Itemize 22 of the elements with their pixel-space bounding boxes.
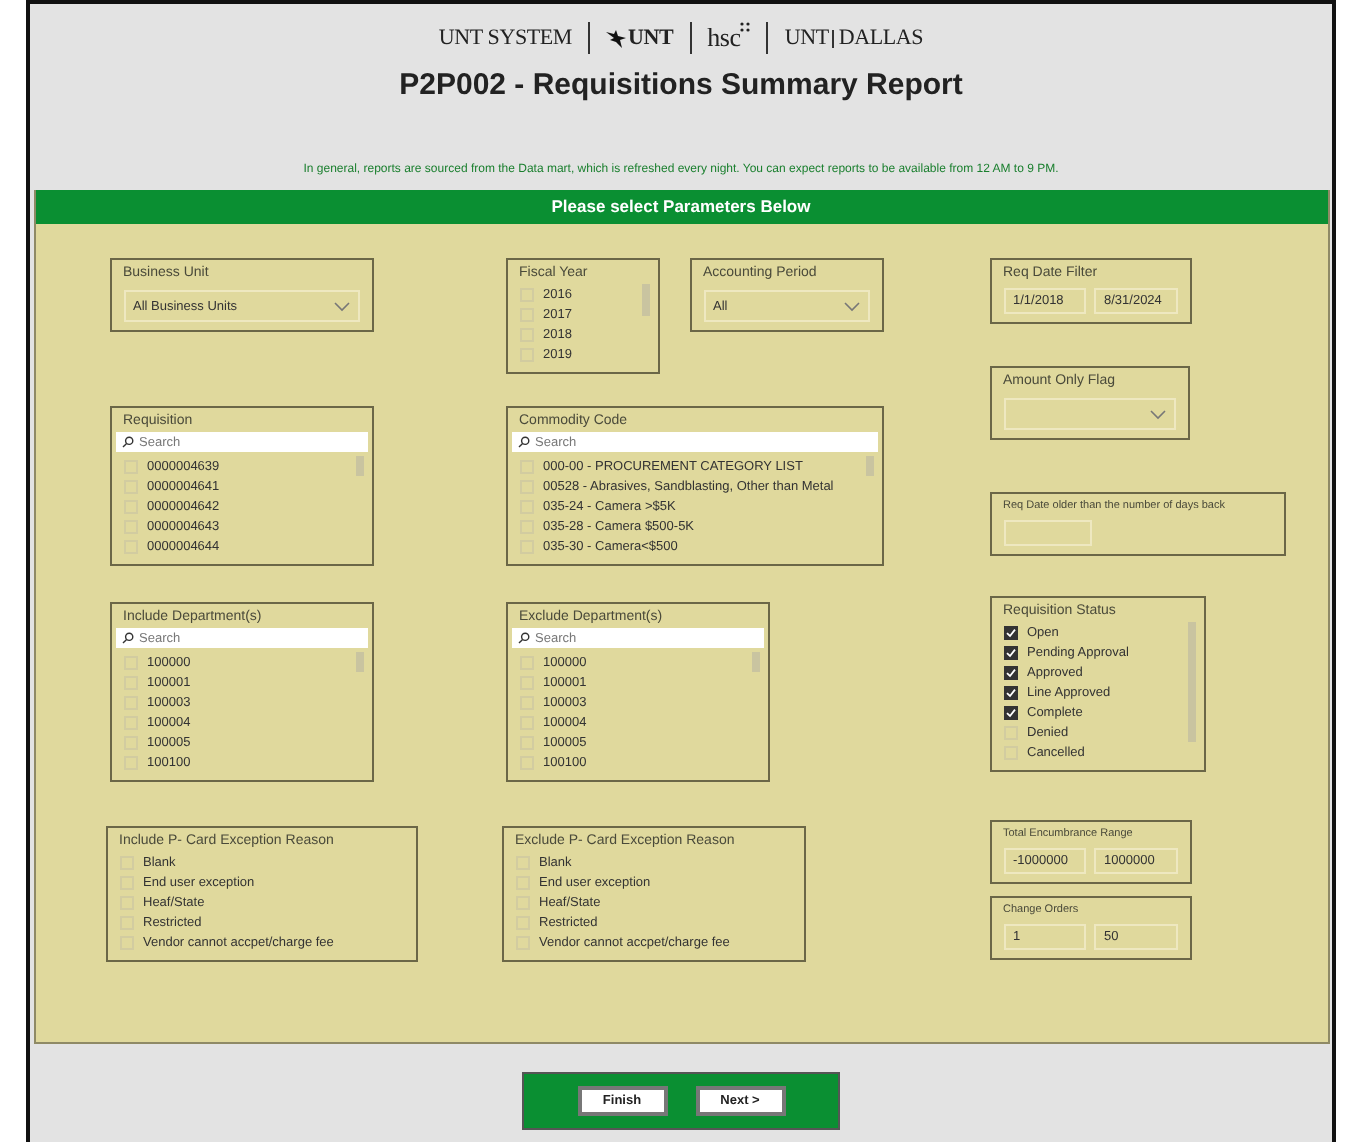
chevron-down-icon (333, 301, 349, 311)
dots-icon (740, 22, 751, 32)
checkbox[interactable] (1003, 625, 1017, 639)
chevron-down-icon (1149, 409, 1165, 419)
logo-text: UNT (784, 26, 829, 50)
chevron-down-icon (843, 301, 859, 311)
search-icon (517, 436, 529, 448)
search-icon (121, 632, 133, 644)
panel-header: Please select Parameters Below (35, 190, 1327, 224)
report-title: P2P002 - Requisitions Summary Report (399, 68, 963, 102)
logo-text: hsc (707, 22, 741, 54)
input-field[interactable] (1003, 520, 1091, 546)
logo-text: UNT (627, 26, 674, 50)
logo-text: DALLAS (838, 26, 924, 50)
checkbox[interactable] (1003, 705, 1017, 719)
dropdown-field[interactable] (1003, 398, 1175, 430)
checkbox[interactable] (1003, 685, 1017, 699)
checkbox[interactable] (1003, 645, 1017, 659)
search-icon (517, 632, 529, 644)
checkbox[interactable] (1003, 665, 1017, 679)
logo-text: UNT SYSTEM (438, 26, 572, 50)
search-icon (121, 436, 133, 448)
